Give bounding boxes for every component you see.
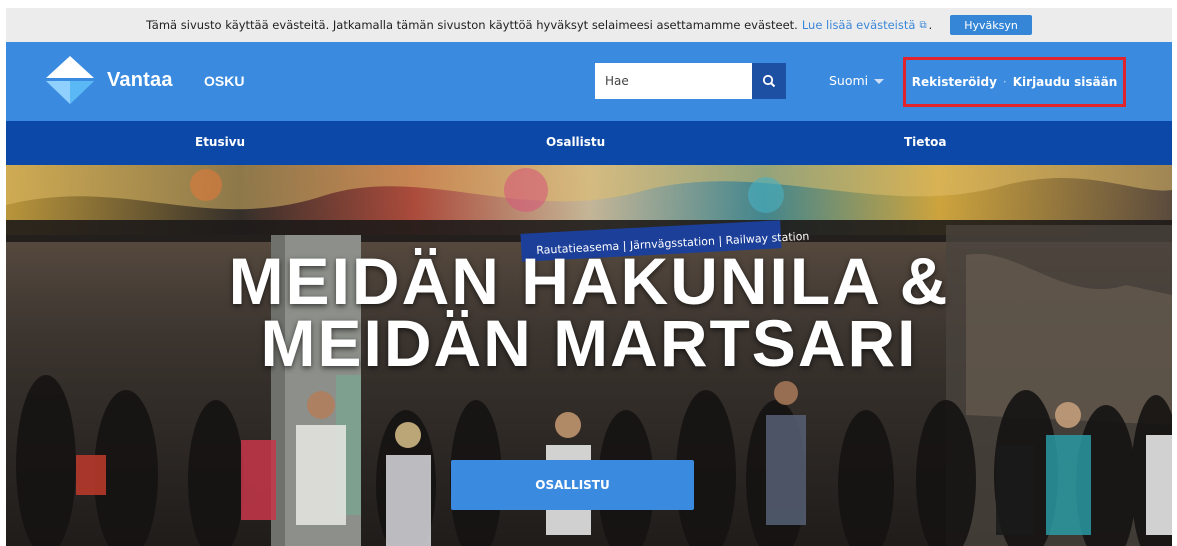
hero-title-line-1: MEIDÄN HAKUNILA & (228, 244, 950, 318)
app-name[interactable]: OSKU (204, 73, 244, 89)
auth-links-highlight: Rekisteröidy · Kirjaudu sisään (903, 57, 1126, 107)
cookie-trailing-period: . (928, 18, 933, 32)
cookie-message: Tämä sivusto käyttää evästeitä. Jatkamal… (146, 18, 798, 32)
hero-banner: Rautatieasema | Järnvägsstation | Railwa… (6, 165, 1172, 546)
chevron-down-icon (874, 79, 885, 84)
nav-item-osallistu[interactable]: Osallistu (546, 135, 605, 149)
site-header: Vantaa OSKU Suomi Rekisteröidy · Kirjaud… (6, 42, 1172, 121)
search-form (595, 63, 791, 99)
search-input[interactable] (595, 63, 752, 99)
language-label: Suomi (829, 73, 869, 88)
hero-title-line-2: MEIDÄN MARTSARI (260, 306, 918, 380)
vantaa-logo-icon[interactable] (44, 54, 96, 106)
cookie-info-link-label: Lue lisää evästeistä (801, 18, 916, 32)
main-nav: Etusivu Osallistu Tietoa (6, 121, 1172, 165)
register-link[interactable]: Rekisteröidy (912, 75, 997, 89)
brand-name[interactable]: Vantaa (107, 69, 173, 92)
cookie-bar: Tämä sivusto käyttää evästeitä. Jatkamal… (6, 8, 1172, 42)
external-link-icon: ⧉ (919, 19, 927, 31)
auth-separator: · (1002, 75, 1007, 89)
login-link[interactable]: Kirjaudu sisään (1013, 75, 1118, 89)
search-button[interactable] (752, 63, 786, 99)
search-icon (762, 74, 776, 88)
nav-item-etusivu[interactable]: Etusivu (195, 135, 245, 149)
hero-title: MEIDÄN HAKUNILA & MEIDÄN MARTSARI (6, 244, 1172, 380)
accept-cookies-button[interactable]: Hyväksyn (950, 15, 1032, 35)
osallistu-cta-button[interactable]: OSALLISTU (451, 460, 694, 510)
cookie-info-link[interactable]: Lue lisää evästeistä ⧉ (802, 18, 927, 32)
language-selector[interactable]: Suomi (829, 73, 885, 88)
nav-item-tietoa[interactable]: Tietoa (904, 135, 947, 149)
